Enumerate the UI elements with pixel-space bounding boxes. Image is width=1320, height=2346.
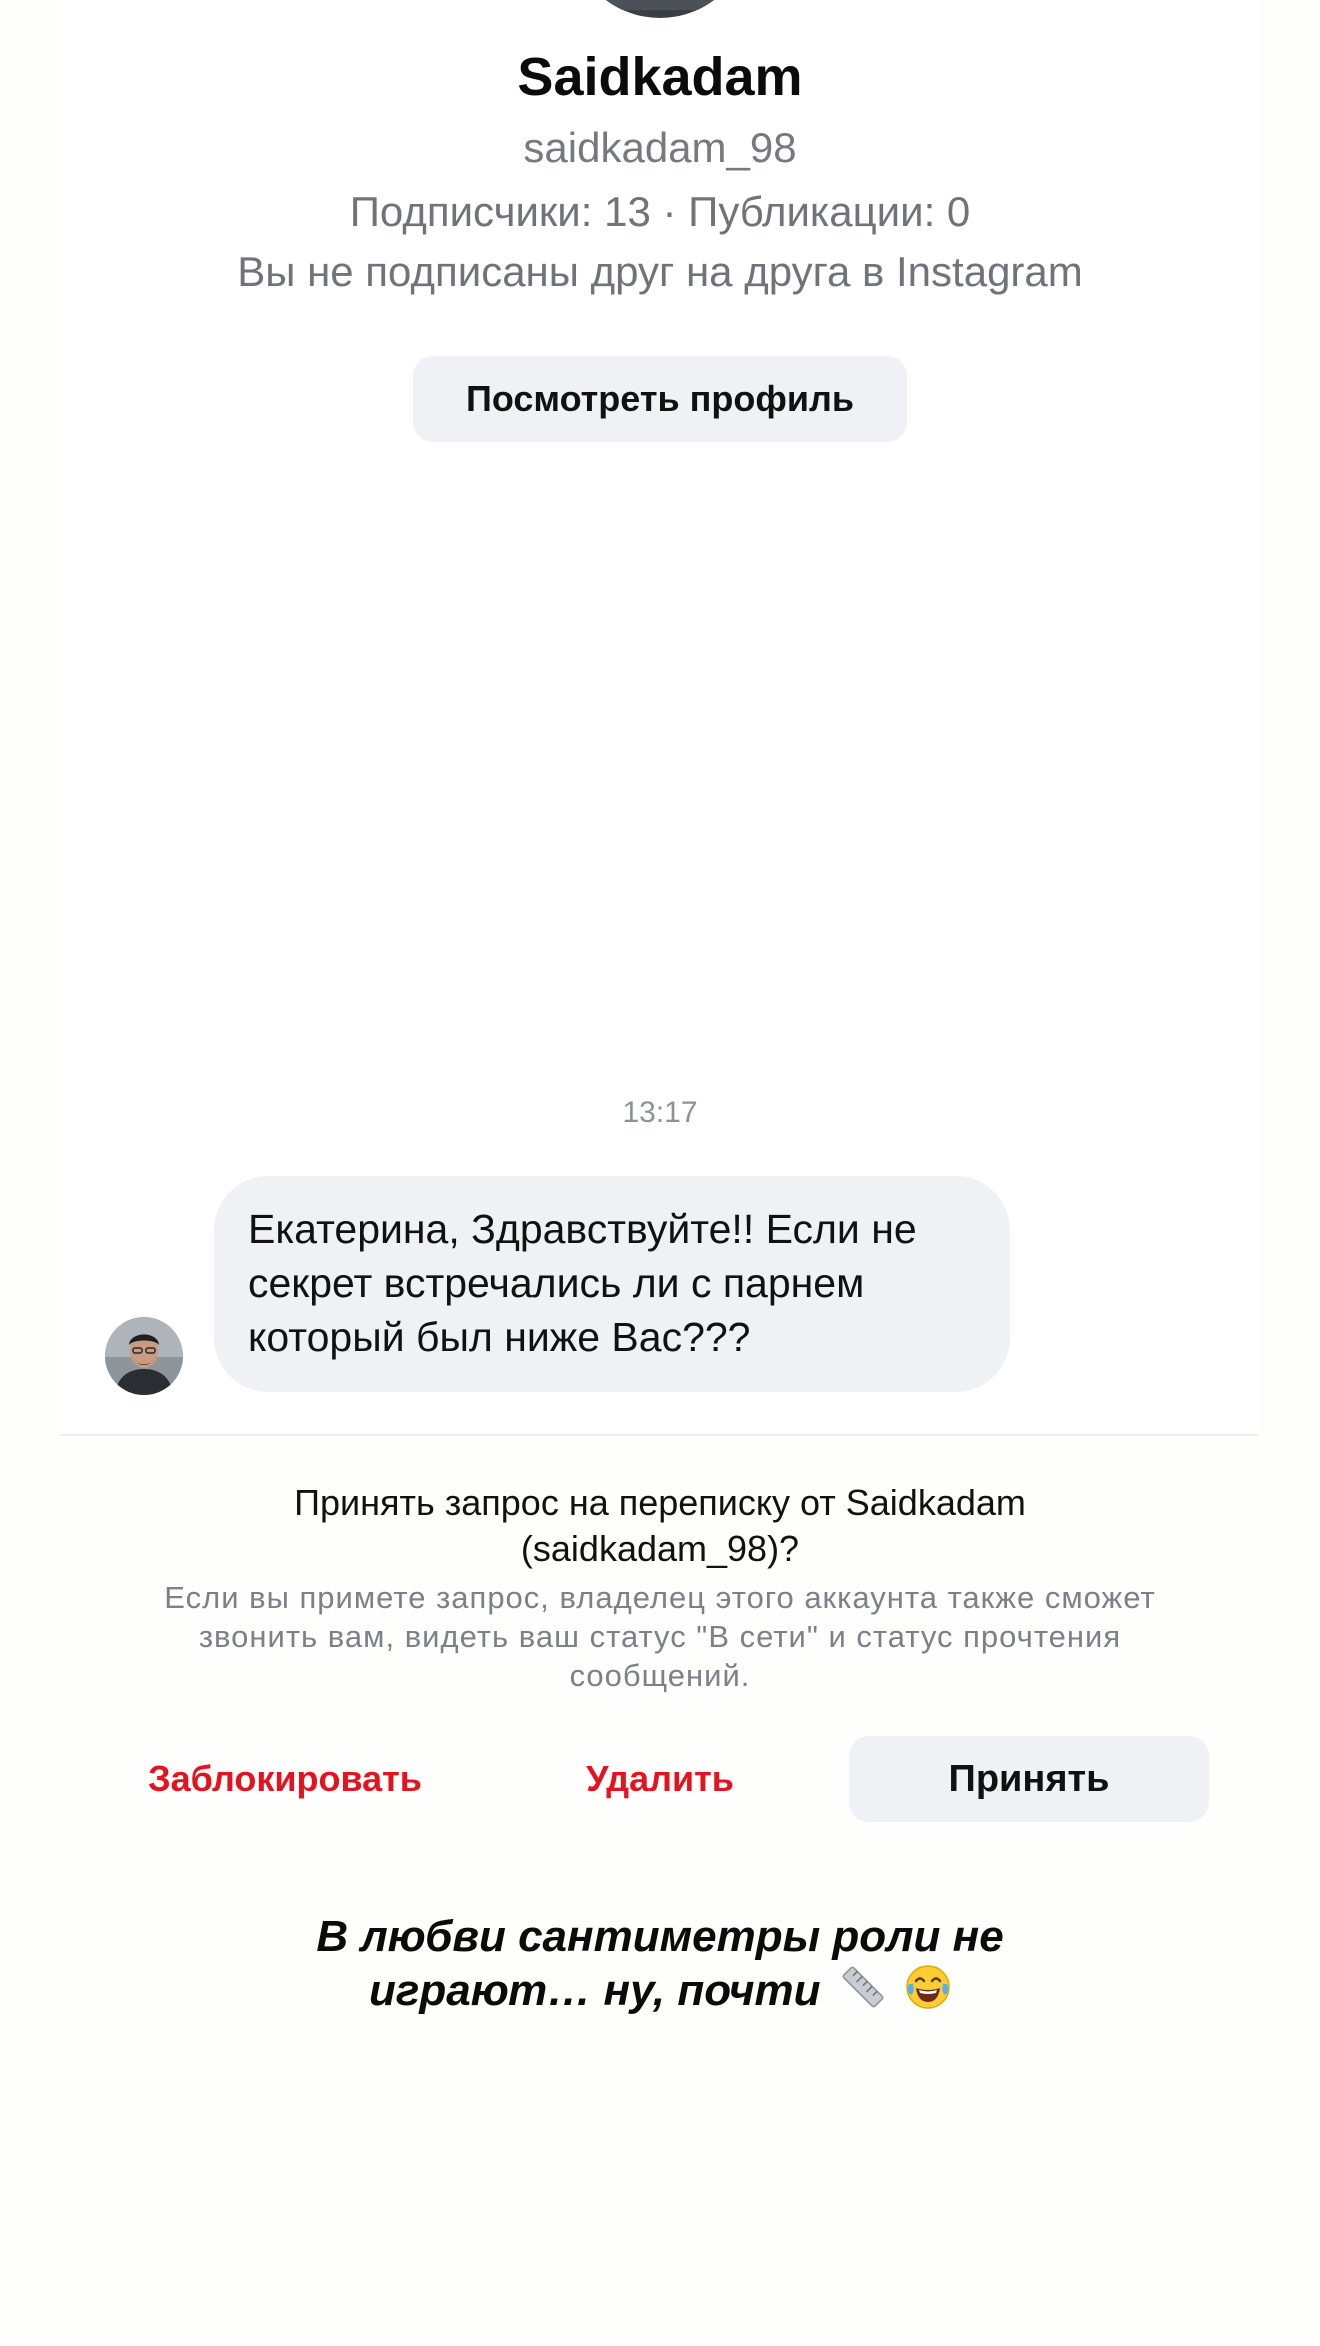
accept-button[interactable]: Принять xyxy=(849,1736,1209,1822)
message-line: секрет встречались ли с парнем xyxy=(248,1260,865,1306)
sender-avatar[interactable] xyxy=(105,1317,183,1395)
caption-line: играют… ну, почти xyxy=(368,1966,821,2016)
request-title: Принять запрос на переписку от Saidkadam… xyxy=(0,1480,1320,1572)
person-photo-icon xyxy=(105,1317,183,1395)
ruler-icon xyxy=(839,1965,887,2022)
relationship-note: Вы не подписаны друг на друга в Instagra… xyxy=(237,248,1083,295)
request-description-line: Если вы примете запрос, владелец этого а… xyxy=(164,1580,1156,1615)
request-title-line: (saidkadam_98)? xyxy=(520,1528,800,1569)
request-title-line: Принять запрос на переписку от Saidkadam xyxy=(294,1482,1026,1523)
view-profile-button[interactable]: Посмотреть профиль xyxy=(413,356,907,442)
profile-username: saidkadam_98 xyxy=(523,124,797,171)
profile-stats: Подписчики: 13 · Публикации: 0 xyxy=(349,188,971,235)
delete-button[interactable]: Удалить xyxy=(540,1736,780,1822)
story-caption: В любви сантиметры роли не играют… ну, п… xyxy=(0,1910,1320,2023)
message-line: Екатерина, Здравствуйте!! Если не xyxy=(248,1206,917,1252)
caption-line-2: играют… ну, почти xyxy=(0,1964,1320,2023)
laughing-tears-icon xyxy=(905,1964,951,2023)
message-bubble[interactable]: Екатерина, Здравствуйте!! Если не секрет… xyxy=(214,1176,1010,1392)
message-timestamp: 13:17 xyxy=(622,1096,698,1129)
profile-name: Saidkadam xyxy=(517,47,803,107)
message-line: который был ниже Вас??? xyxy=(248,1314,751,1360)
divider xyxy=(60,1434,1258,1436)
request-description-line: звонить вам, видеть ваш статус "В сети" … xyxy=(198,1619,1122,1654)
request-description-line: сообщений. xyxy=(569,1658,751,1693)
caption-line: В любви сантиметры роли не xyxy=(316,1912,1004,1961)
request-description: Если вы примете запрос, владелец этого а… xyxy=(0,1578,1320,1695)
block-button[interactable]: Заблокировать xyxy=(120,1736,450,1822)
